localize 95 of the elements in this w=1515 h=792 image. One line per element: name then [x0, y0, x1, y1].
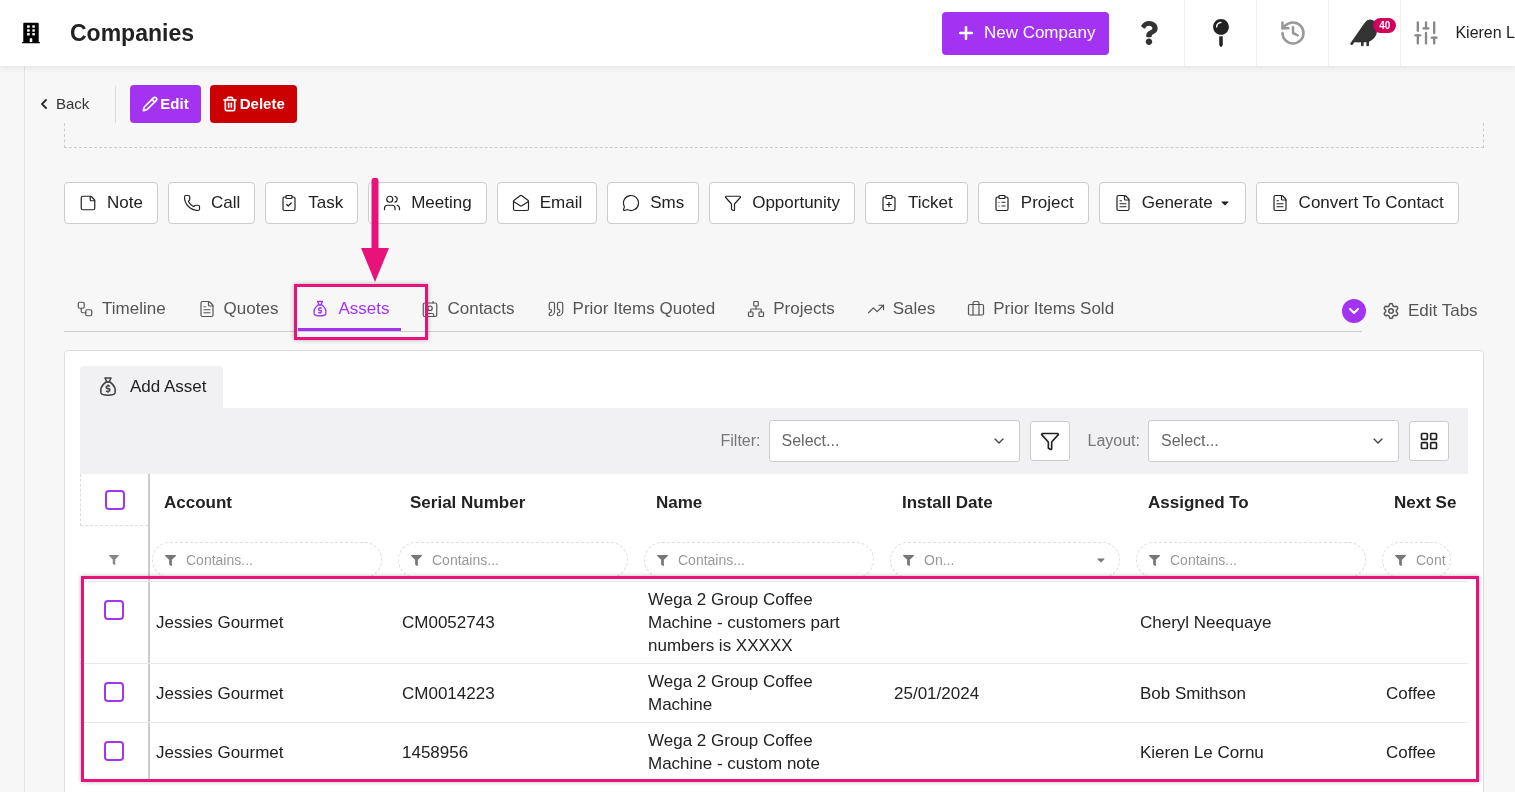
building-icon	[22, 22, 40, 44]
delete-button[interactable]: Delete	[209, 85, 297, 123]
chat-bubble-icon	[622, 194, 641, 212]
filter-select[interactable]: Select...	[768, 420, 1020, 462]
filter-icon	[903, 554, 914, 566]
note-icon	[79, 194, 97, 212]
action-button[interactable]: Email	[496, 182, 598, 224]
tab[interactable]: Quotes	[185, 290, 291, 331]
table-cell-text: Jessies Gourmet	[156, 682, 284, 705]
clipboard-list-icon	[992, 194, 1011, 212]
phone-icon	[182, 194, 201, 212]
table-cell-text: CM0052743	[402, 612, 495, 634]
funnel-icon	[724, 194, 743, 212]
table-cell-text: Cheryl Neequaye	[1140, 612, 1272, 634]
help-icon	[1138, 21, 1159, 45]
people-icon	[383, 194, 402, 212]
action-button[interactable]: Sms	[607, 182, 700, 224]
column-header[interactable]: Account	[164, 493, 232, 512]
filter-button[interactable]	[1029, 421, 1070, 461]
add-asset-tab[interactable]: Add Asset	[80, 366, 223, 408]
tab[interactable]: Projects	[735, 290, 847, 331]
table-cell-text: Wega 2 Group Coffee Machine - custom note	[648, 730, 821, 775]
filter-icon	[1395, 554, 1406, 566]
checkbox[interactable]	[104, 489, 125, 510]
notification-badge: 40	[1373, 18, 1397, 33]
briefcase-icon	[967, 300, 986, 318]
column-header[interactable]: Assigned To	[1148, 493, 1249, 512]
network-icon	[747, 300, 766, 318]
user-name[interactable]: Kieren L	[1455, 21, 1515, 45]
checkbox[interactable]	[104, 682, 124, 702]
document-icon	[197, 300, 216, 318]
table-cell-text: Coffee	[1386, 741, 1436, 764]
column-header[interactable]: Install Date	[902, 493, 993, 512]
filter-icon	[1149, 554, 1160, 566]
action-button[interactable]: Note	[64, 182, 158, 224]
tab[interactable]: Assets	[298, 290, 402, 331]
new-company-button[interactable]: New Company	[941, 11, 1110, 55]
tab[interactable]: Contacts	[409, 290, 527, 331]
back-link[interactable]: Back	[36, 92, 90, 116]
checkbox[interactable]	[104, 600, 124, 620]
page-title: Companies	[70, 18, 194, 48]
edit-tabs-button[interactable]: Edit Tabs	[1382, 298, 1478, 324]
filter-icon	[657, 554, 668, 566]
action-button[interactable]: Convert To Contact	[1255, 182, 1459, 224]
table-cell-text: 1458956	[402, 741, 469, 764]
action-button[interactable]: Meeting	[368, 182, 487, 224]
edit-button[interactable]: Edit	[130, 85, 201, 123]
layout-label: Layout:	[1087, 431, 1140, 451]
filter-icon	[165, 554, 176, 566]
column-header[interactable]: Next Se	[1394, 493, 1457, 512]
funnel-icon	[1039, 431, 1060, 451]
sliders-icon	[1412, 19, 1441, 47]
layout-select[interactable]: Select...	[1148, 420, 1399, 462]
filter-icon	[109, 555, 119, 565]
table-cell-text: Jessies Gourmet	[156, 741, 284, 764]
column-header[interactable]: Name	[656, 493, 703, 512]
contact-card-icon	[421, 300, 440, 318]
action-button[interactable]: Ticket	[865, 182, 968, 224]
filter-label: Filter:	[720, 431, 761, 451]
table-cell-text: Jessies Gourmet	[156, 612, 284, 634]
action-button[interactable]: Generate	[1098, 182, 1246, 224]
document-icon	[1113, 194, 1132, 212]
table-cell-text: Bob Smithson	[1140, 682, 1246, 705]
tab[interactable]: Prior Items Quoted	[534, 290, 728, 331]
pin-icon	[1210, 19, 1231, 47]
trash-icon	[221, 96, 238, 112]
action-button[interactable]: Project	[977, 182, 1089, 224]
tab[interactable]: Timeline	[64, 290, 178, 331]
action-button[interactable]: Call	[167, 182, 256, 224]
checkbox[interactable]	[104, 741, 124, 761]
clipboard-check-icon	[280, 194, 299, 212]
history-icon	[1278, 19, 1307, 47]
table-cell-text: Wega 2 Group Coffee Machine	[648, 671, 814, 716]
table-cell-text: Coffee	[1386, 682, 1436, 705]
column-header[interactable]: Serial Number	[410, 493, 526, 512]
quote-icon	[546, 300, 565, 318]
action-button[interactable]: Task	[265, 182, 359, 224]
grid-icon	[1419, 431, 1439, 451]
edit-icon	[142, 96, 159, 112]
filter-icon	[411, 554, 422, 566]
table-cell-text: Kieren Le Cornu	[1140, 741, 1264, 764]
tab[interactable]: Prior Items Sold	[955, 290, 1127, 331]
document-icon	[1270, 194, 1289, 212]
layout-button[interactable]	[1409, 421, 1449, 461]
action-button[interactable]: Opportunity	[709, 182, 856, 224]
expand-tabs-button[interactable]	[1342, 299, 1366, 323]
clipboard-plus-icon	[880, 194, 899, 212]
notifications-button[interactable]: 40	[1329, 0, 1402, 66]
envelope-icon	[511, 194, 530, 212]
flow-icon	[76, 300, 94, 318]
table-cell-text: CM0014223	[402, 682, 495, 705]
table-cell-text: Wega 2 Group Coffee Machine - customers part numbers is XXXXX	[648, 589, 841, 657]
settings-icon	[1382, 302, 1400, 320]
tab[interactable]: Sales	[854, 290, 948, 331]
table-cell-text: 25/01/2024	[894, 682, 980, 705]
